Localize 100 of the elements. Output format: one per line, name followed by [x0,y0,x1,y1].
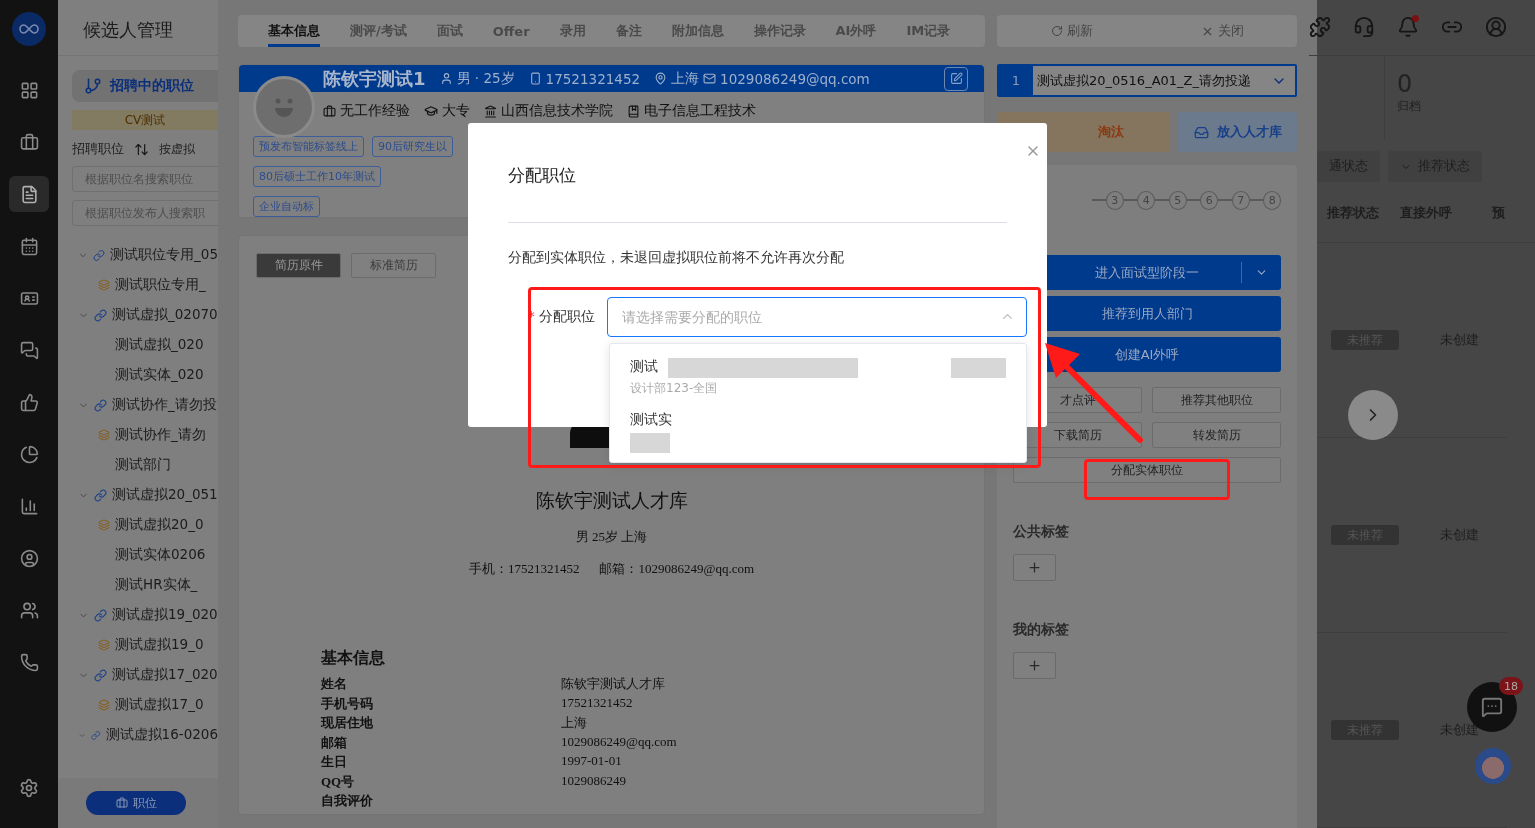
tag-section-title: 我的标签 [1013,621,1070,639]
major: 电子信息工程技术 [644,102,756,120]
tab[interactable]: 基本信息 [268,15,320,47]
refresh-button[interactable]: 刷新 [997,15,1147,47]
close-button[interactable]: 关闭 [1147,15,1297,47]
tree-item[interactable]: 测试虚拟_02070 [78,300,218,330]
tab[interactable]: 操作记录 [753,15,806,47]
person-icon [439,72,453,85]
field-label: 手机号码 [321,694,374,713]
nav-item[interactable] [9,176,49,212]
book-icon [627,104,640,118]
tree-item[interactable]: 测试虚拟16-0206 [78,720,218,750]
field-label: QQ号 [321,772,356,791]
contact-text: 手机：17521321452 [468,560,580,578]
tag: 企业自动标 [253,196,320,217]
user-icon[interactable] [1485,16,1507,39]
action-button[interactable]: 推荐其他职位 [1152,387,1281,413]
tab[interactable]: 面试 [436,15,463,47]
tree-item[interactable]: 测试虚拟20_0 [78,510,218,540]
count-badge: 18 [1499,677,1523,695]
inbox-icon [1193,124,1209,140]
tree-item[interactable]: 测试HR实体_ [78,570,218,600]
position-select[interactable]: 请选择需要分配的职位 [606,297,1027,337]
graduation-cap-icon [424,104,438,118]
dialog-description: 分配到实体职位，未退回虚拟职位前将不允许再次分配 [508,249,845,267]
tab[interactable]: AI外呼 [835,15,877,47]
assistant-avatar[interactable] [1475,748,1511,784]
sort-icon[interactable] [134,141,149,157]
next-button[interactable] [1348,390,1398,440]
action-button[interactable]: 转发简历 [1152,422,1281,448]
tree-item[interactable]: 测试虚拟20_051 [78,480,218,510]
sort-label[interactable]: 按虚拟 [159,140,195,158]
layers-icon [98,279,110,291]
tree-item[interactable]: 测试虚拟19_020 [78,600,218,630]
view-toggle[interactable]: 简历原件 [256,253,341,278]
chat-icon [1481,696,1503,718]
edit-icon [949,72,963,85]
tree-item[interactable]: 测试虚拟19_0 [78,630,218,660]
app-logo[interactable] [12,12,46,46]
link-icon [93,248,106,262]
field-value: 上海 [561,714,587,732]
resume-title: 陈钦宇测试人才库 [535,489,688,513]
puzzle-icon[interactable] [1309,16,1331,39]
field-label: 邮箱 [321,733,348,752]
tab[interactable]: Offer [492,15,530,47]
tab[interactable]: 附加信息 [671,15,724,47]
tree-item[interactable]: 测试虚拟17_020 [78,660,218,690]
tree-item[interactable]: 测试虚拟_020 [78,330,218,360]
tree-item[interactable]: 测试职位专用_05 [78,240,218,270]
tab[interactable]: 测评/考试 [350,15,407,47]
tree-item[interactable]: 测试职位专用_ [78,270,218,300]
layers-icon [98,639,110,651]
user-circle-icon [19,548,39,568]
phone-icon [19,652,39,672]
status-filter[interactable]: 招聘中的职位 [72,70,218,102]
calendar-icon [19,236,39,256]
mail-icon [703,72,717,85]
talent-pool-button[interactable]: 放入人才库 [1178,112,1297,152]
tree-item[interactable]: 测试实体_020 [78,360,218,390]
settings-icon[interactable] [19,778,39,798]
field-label: 自我评价 [321,792,374,810]
position-select[interactable]: 1 测试虚拟20_0516_A01_Z_请勿投递 [997,64,1297,97]
refresh-icon [1051,25,1063,37]
phone-number: 17521321452 [545,70,641,87]
location: 上海 [671,69,700,88]
tag: 90后研究生以 [372,136,453,157]
plus-icon [1027,658,1042,673]
tree-item[interactable]: 测试虚拟17_0 [78,690,218,720]
field-value: 陈钦宇测试人才库 [561,675,665,693]
tab[interactable]: IM记录 [906,15,951,47]
field-value: 1997-01-01 [561,753,622,770]
briefcase-icon [19,132,39,152]
plus-icon [1027,560,1042,575]
banner-text: CV测试 [72,110,218,130]
bar-chart-icon [19,496,39,516]
tag: 预发布智能标签线上 [253,136,364,157]
tree-item[interactable]: 测试部门 [78,450,218,480]
layers-icon [98,519,110,531]
field-label: 现居住地 [321,714,374,732]
phone-icon [528,72,542,85]
tab[interactable]: 备注 [615,15,642,47]
edit-button[interactable] [944,66,968,91]
tree-item[interactable]: 测试协作_请勿投 [78,390,218,420]
briefcase-icon [323,104,336,118]
headset-icon[interactable] [1353,16,1375,39]
tag: 80后硕士工作10年测试 [253,166,381,187]
email: 1029086249@qq.com [720,70,870,87]
contact-text: 邮箱：1029086249@qq.com [599,560,755,578]
link-icon [94,608,107,622]
tree-item[interactable]: 测试实体0206 [78,540,218,570]
tab[interactable]: 录用 [559,15,586,47]
view-toggle[interactable]: 标准简历 [351,253,436,278]
tree-item[interactable]: 测试协作_请勿 [78,420,218,450]
field-label: 姓名 [321,675,348,693]
link-icon [94,488,107,502]
positions-button[interactable]: 职位 [86,791,186,815]
thumbs-up-icon [19,392,39,412]
notification-icon[interactable] [1397,16,1419,39]
dialog-title: 分配职位 [508,164,577,187]
layers-icon [98,699,110,711]
